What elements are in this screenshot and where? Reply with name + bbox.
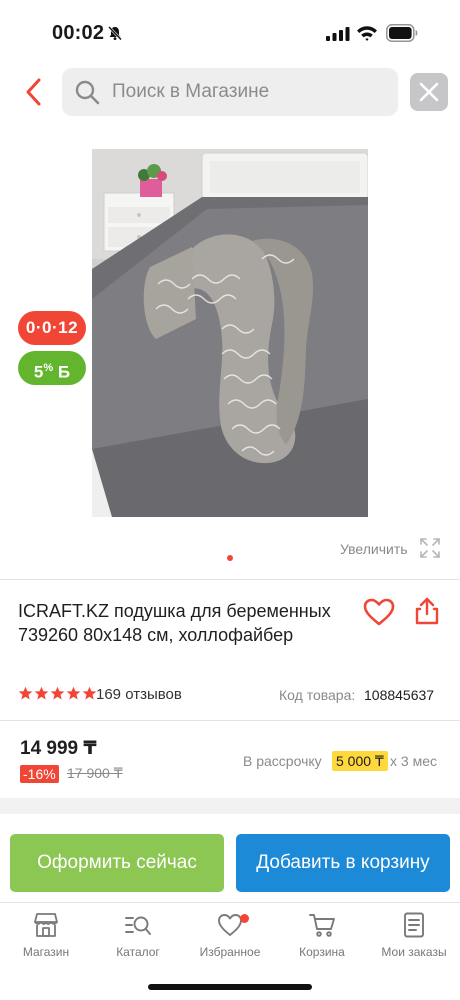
bonus-badge-suffix: Б xyxy=(57,362,71,382)
search-input[interactable]: Поиск в Магазине xyxy=(62,68,398,116)
home-indicator xyxy=(148,984,312,990)
back-button[interactable] xyxy=(20,74,50,110)
search-icon xyxy=(75,80,100,105)
installment-badge: 0·0·12 xyxy=(18,311,86,345)
product-image[interactable] xyxy=(92,149,368,517)
installment-term: x 3 мес xyxy=(390,753,437,769)
zoom-label[interactable]: Увеличить xyxy=(340,541,408,557)
battery-icon xyxy=(386,24,418,42)
status-bar: 00:02 xyxy=(0,0,460,60)
star-icon xyxy=(66,686,81,700)
nav-item-shop[interactable]: Магазин xyxy=(0,911,92,959)
nav-label: Мои заказы xyxy=(381,945,447,959)
star-icon xyxy=(18,686,33,700)
section-separator xyxy=(0,798,460,814)
nav-label: Избранное xyxy=(199,945,261,959)
catalog-icon xyxy=(125,916,151,935)
divider xyxy=(0,720,460,721)
old-price: 17 900 ₸ xyxy=(67,765,123,781)
rating-stars xyxy=(18,686,97,702)
installment-amount: 5 000 ₸ xyxy=(332,751,388,771)
orders-icon xyxy=(404,912,424,938)
reviews-link[interactable]: 169 отзывов xyxy=(96,686,182,703)
wifi-icon xyxy=(357,26,377,41)
nav-item-catalog[interactable]: Каталог xyxy=(92,911,184,959)
discount-badge: -16% xyxy=(20,765,59,783)
star-icon xyxy=(50,686,65,700)
cart-icon xyxy=(309,914,335,937)
shop-icon xyxy=(34,913,58,937)
bonus-badge: 5% Б xyxy=(18,351,86,385)
divider xyxy=(0,579,460,580)
product-code-label: Код товара: xyxy=(279,687,356,703)
star-icon xyxy=(34,686,49,700)
expand-icon[interactable] xyxy=(419,537,441,559)
nav-item-cart[interactable]: Корзина xyxy=(276,911,368,959)
installment-label: В рассрочку xyxy=(243,753,322,769)
nav-item-favorites[interactable]: Избранное xyxy=(184,911,276,959)
share-icon[interactable] xyxy=(414,596,440,626)
bell-muted-icon xyxy=(108,26,122,41)
checkout-now-button[interactable]: Оформить сейчас xyxy=(10,834,224,892)
star-icon xyxy=(82,686,97,700)
heart-icon[interactable] xyxy=(363,598,395,626)
favorites-notification-dot xyxy=(240,914,249,923)
nav-label: Магазин xyxy=(22,945,70,959)
product-title: ICRAFT.KZ подушка для беременных 739260 … xyxy=(18,601,331,645)
gallery-dot-active[interactable] xyxy=(227,555,233,561)
nav-label: Корзина xyxy=(299,945,345,959)
bonus-badge-value: 5 xyxy=(33,362,44,382)
add-to-cart-button[interactable]: Добавить в корзину xyxy=(236,834,450,892)
nav-label: Каталог xyxy=(116,945,160,959)
status-time: 00:02 xyxy=(52,22,105,44)
nav-item-orders[interactable]: Мои заказы xyxy=(368,911,460,959)
close-search-button[interactable] xyxy=(410,73,448,111)
current-price: 14 999 ₸ xyxy=(20,738,97,759)
signal-icon xyxy=(326,27,350,41)
search-placeholder: Поиск в Магазине xyxy=(112,81,270,102)
product-code-value: 108845637 xyxy=(364,687,435,703)
